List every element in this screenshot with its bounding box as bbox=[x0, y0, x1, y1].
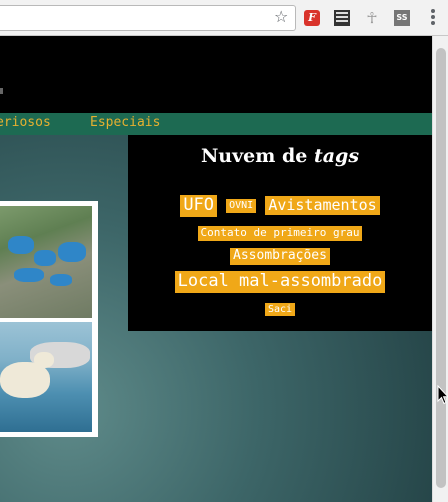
polar-bear-photo[interactable] bbox=[0, 322, 92, 432]
tag-saci[interactable]: Saci bbox=[264, 302, 296, 317]
site-header bbox=[0, 36, 448, 113]
tag-avistamentos[interactable]: Avistamentos bbox=[265, 196, 380, 216]
web-page: eriosos Especiais Nuvem de tags UFO OVNI… bbox=[0, 36, 448, 502]
address-bar[interactable] bbox=[0, 5, 296, 31]
nav-bar: eriosos Especiais bbox=[0, 113, 448, 135]
ankh-icon[interactable]: ☥ bbox=[364, 10, 380, 26]
tag-contato-de-primeiro-grau[interactable]: Contato de primeiro grau bbox=[197, 226, 363, 241]
browser-toolbar: ☆ F ☥ SS bbox=[0, 0, 448, 36]
photo-frame bbox=[0, 201, 98, 437]
tag-ufo[interactable]: UFO bbox=[180, 195, 218, 217]
cursor-icon bbox=[437, 385, 448, 405]
aquarium-aerial-photo[interactable] bbox=[0, 206, 92, 318]
tag-cloud-title: Nuvem de tags bbox=[200, 145, 360, 167]
ss-icon[interactable]: SS bbox=[394, 10, 410, 26]
tag-assombracoes[interactable]: Assombrações bbox=[230, 248, 330, 265]
tag-local-mal-assombrado[interactable]: Local mal-assombrado bbox=[174, 271, 386, 293]
tag-cloud-panel: Nuvem de tags UFO OVNI Avistamentos Cont… bbox=[128, 135, 432, 331]
tag-ovni[interactable]: OVNI bbox=[226, 199, 257, 213]
nav-item-misteriosos[interactable]: eriosos bbox=[0, 115, 51, 130]
star-icon[interactable]: ☆ bbox=[274, 9, 288, 25]
page-scrollbar[interactable] bbox=[432, 36, 448, 502]
nav-item-especiais[interactable]: Especiais bbox=[90, 115, 160, 130]
scrollbar-thumb[interactable] bbox=[436, 48, 446, 488]
film-icon[interactable] bbox=[334, 10, 350, 26]
header-logo-fragment bbox=[0, 88, 3, 94]
extension-icon[interactable]: F bbox=[304, 10, 320, 26]
menu-icon[interactable] bbox=[426, 8, 440, 28]
